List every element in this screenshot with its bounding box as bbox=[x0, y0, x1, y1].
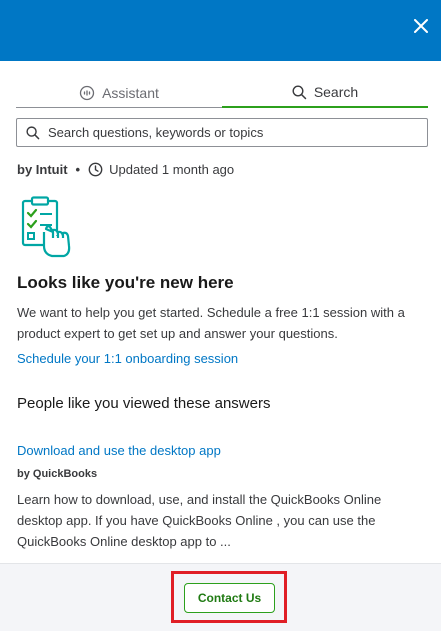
answer-source: by QuickBooks bbox=[17, 468, 98, 480]
close-icon bbox=[414, 19, 428, 33]
panel-header bbox=[0, 0, 441, 61]
tab-search[interactable]: Search bbox=[222, 78, 428, 108]
meta-separator: • bbox=[75, 161, 81, 177]
search-icon bbox=[292, 84, 307, 99]
contact-us-button[interactable]: Contact Us bbox=[184, 583, 275, 613]
checklist-hand-icon bbox=[21, 196, 71, 258]
author-label: by Intuit bbox=[17, 161, 68, 177]
close-button[interactable] bbox=[407, 12, 435, 40]
updated-label: Updated 1 month ago bbox=[109, 161, 235, 177]
chat-bubble-icon bbox=[79, 85, 95, 100]
tab-bar: Assistant Search bbox=[16, 78, 428, 108]
clock-icon bbox=[88, 162, 103, 176]
search-icon bbox=[26, 125, 40, 139]
welcome-text: We want to help you get started. Schedul… bbox=[17, 305, 405, 341]
schedule-onboarding-link[interactable]: Schedule your 1:1 onboarding session bbox=[17, 351, 238, 366]
answer-link-desktop-app[interactable]: Download and use the desktop app bbox=[17, 443, 221, 458]
tab-assistant-label: Assistant bbox=[102, 84, 159, 101]
article-meta: by Intuit • Updated 1 month ago bbox=[17, 159, 234, 179]
tab-assistant[interactable]: Assistant bbox=[16, 78, 222, 108]
search-box bbox=[16, 118, 428, 147]
answers-section-title: People like you viewed these answers bbox=[17, 395, 271, 412]
tab-search-label: Search bbox=[313, 84, 359, 100]
search-input[interactable] bbox=[48, 125, 408, 140]
welcome-heading: Looks like you're new here bbox=[17, 273, 234, 292]
answer-snippet: Learn how to download, use, and install … bbox=[17, 492, 382, 549]
